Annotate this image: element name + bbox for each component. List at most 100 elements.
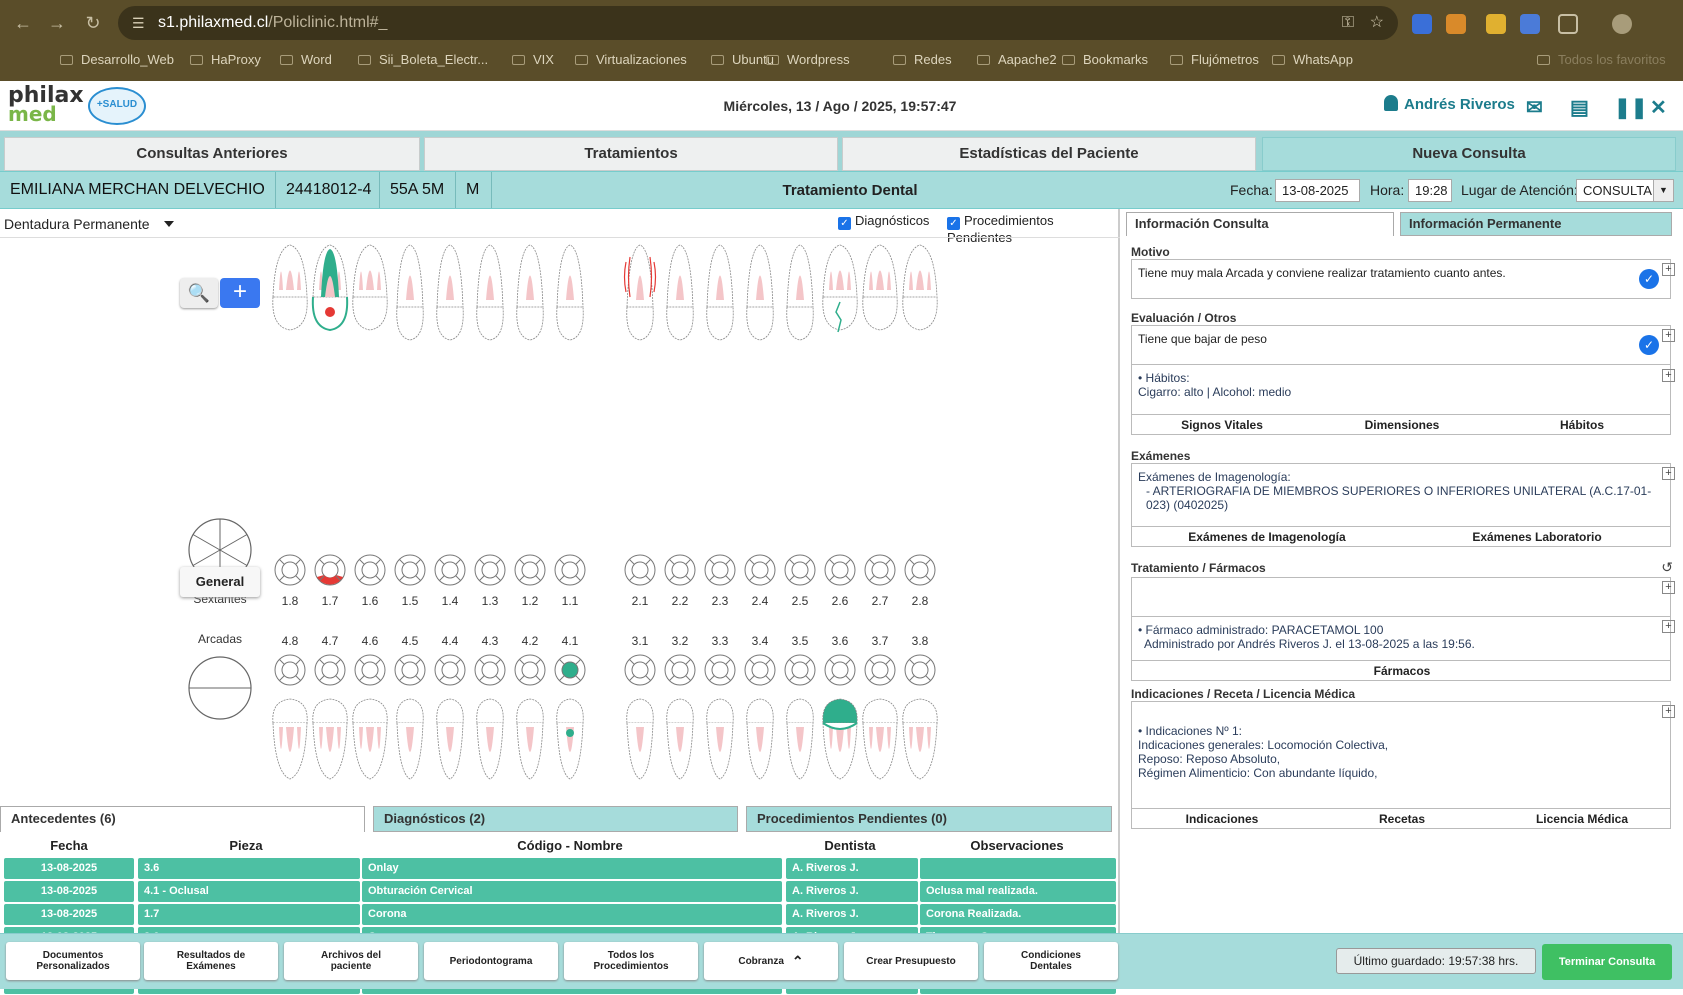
bookmark-item[interactable]: Todos los favoritos — [1537, 52, 1666, 67]
tooth[interactable] — [352, 698, 388, 780]
extension-icon[interactable] — [1520, 14, 1540, 34]
bookmark-item[interactable]: Aapache2 — [977, 52, 1057, 67]
tooth[interactable] — [396, 698, 424, 780]
tooth-surface-diagram[interactable] — [824, 554, 856, 586]
tooth[interactable] — [623, 244, 657, 341]
tab-estadisticas[interactable]: Estadísticas del Paciente — [842, 137, 1256, 171]
expand-icon[interactable]: + — [1662, 329, 1675, 342]
licencia-button[interactable]: Licencia Médica — [1492, 812, 1672, 826]
expand-icon[interactable]: + — [1662, 581, 1675, 594]
evaluacion-field[interactable]: Tiene que bajar de peso — [1131, 325, 1671, 365]
bookmark-item[interactable]: Ubuntu — [711, 52, 774, 67]
tooth-surface-diagram[interactable] — [904, 554, 936, 586]
tooth-surface-diagram[interactable] — [864, 554, 896, 586]
tooth-surface-diagram[interactable] — [784, 654, 816, 686]
tooth-surface-diagram[interactable] — [394, 554, 426, 586]
extension-icon[interactable] — [1486, 14, 1506, 34]
tooth[interactable] — [786, 698, 814, 780]
imagenologia-button[interactable]: Exámenes de Imagenología — [1132, 530, 1402, 544]
tooth-surface-diagram[interactable] — [784, 554, 816, 586]
tooth-surface-diagram[interactable] — [354, 554, 386, 586]
tooth-surface-diagram[interactable] — [394, 654, 426, 686]
bookmark-item[interactable]: Flujómetros — [1170, 52, 1259, 67]
tooth[interactable] — [476, 244, 504, 341]
tooth-surface-diagram[interactable] — [554, 554, 586, 586]
tooth[interactable] — [476, 698, 504, 780]
forward-icon[interactable]: → — [46, 12, 68, 34]
tooth[interactable] — [786, 244, 814, 341]
expand-icon[interactable]: + — [1662, 369, 1675, 382]
laboratorio-button[interactable]: Exámenes Laboratorio — [1402, 530, 1672, 544]
bookmark-item[interactable]: Redes — [893, 52, 952, 67]
tab-consultas-anteriores[interactable]: Consultas Anteriores — [4, 137, 420, 171]
indicaciones-button[interactable]: Indicaciones — [1132, 812, 1312, 826]
tooth-surface-diagram[interactable] — [434, 654, 466, 686]
tab-info-consulta[interactable]: Información Consulta — [1126, 212, 1394, 236]
tooth[interactable] — [436, 244, 464, 341]
tooth-surface-diagram[interactable] — [474, 654, 506, 686]
extension-icon[interactable] — [1446, 14, 1466, 34]
signos-vitales-button[interactable]: Signos Vitales — [1132, 418, 1312, 432]
tooth-surface-diagram[interactable] — [744, 654, 776, 686]
close-icon[interactable]: ✕ — [1650, 95, 1667, 120]
tooth-surface-diagram[interactable] — [314, 654, 346, 686]
puzzle-icon[interactable] — [1558, 14, 1578, 34]
tooth[interactable] — [516, 698, 544, 780]
dimensiones-button[interactable]: Dimensiones — [1312, 418, 1492, 432]
expand-icon[interactable]: + — [1662, 263, 1675, 276]
table-row[interactable]: 13-08-2025 3.6 Onlay A. Riveros J. — [0, 858, 1120, 880]
habitos-button[interactable]: Hábitos — [1492, 418, 1672, 432]
tratamiento-field[interactable] — [1131, 577, 1671, 617]
tooth[interactable] — [706, 698, 734, 780]
site-info-icon[interactable]: ☰ — [132, 15, 148, 31]
tooth[interactable] — [312, 698, 348, 780]
tooth[interactable] — [396, 244, 424, 341]
tooth[interactable] — [746, 244, 774, 341]
id-card-icon[interactable]: ▤ — [1570, 95, 1589, 120]
tooth-surface-diagram[interactable] — [274, 654, 306, 686]
tooth[interactable] — [516, 244, 544, 341]
tab-nueva-consulta[interactable]: Nueva Consulta — [1262, 137, 1676, 171]
tooth-surface-diagram[interactable] — [314, 554, 346, 586]
bookmark-item[interactable]: Bookmarks — [1062, 52, 1148, 67]
user-menu[interactable]: Andrés Riveros — [1384, 95, 1515, 113]
expand-icon[interactable]: + — [1662, 620, 1675, 633]
tooth[interactable] — [706, 244, 734, 341]
bottom-button-todos-los-procedimientos[interactable]: Todos los Procedimientos — [564, 942, 698, 980]
tooth[interactable] — [862, 244, 898, 331]
check-icon[interactable]: ✓ — [1639, 269, 1659, 289]
tooth-surface-diagram[interactable] — [904, 654, 936, 686]
general-button[interactable]: General — [180, 567, 260, 597]
fecha-input[interactable]: 13-08-2025 — [1275, 179, 1360, 202]
tooth[interactable] — [311, 244, 349, 332]
bottom-button-periodontograma[interactable]: Periodontograma — [424, 942, 558, 980]
arcadas-circle[interactable] — [187, 655, 253, 721]
star-icon[interactable]: ☆ — [1370, 6, 1384, 40]
tab-info-permanente[interactable]: Información Permanente — [1400, 212, 1672, 236]
pause-icon[interactable]: ❚❚ — [1614, 95, 1648, 120]
lugar-select[interactable]: CONSULTA ▼ — [1576, 179, 1674, 202]
tab-procedimientos[interactable]: Procedimientos Pendientes (0) — [746, 806, 1112, 832]
tooth-surface-diagram[interactable] — [624, 654, 656, 686]
bookmark-item[interactable]: VIX — [512, 52, 554, 67]
tooth-surface-diagram[interactable] — [624, 554, 656, 586]
tooth[interactable] — [556, 698, 584, 780]
mail-icon[interactable]: ✉ — [1526, 95, 1543, 120]
bottom-button-resultados-de-ex-menes[interactable]: Resultados de Exámenes — [144, 942, 278, 980]
table-row[interactable]: 13-08-2025 1.7 Corona A. Riveros J. Corona R… — [0, 904, 1120, 926]
farmacos-button[interactable]: Fármacos — [1132, 664, 1672, 678]
add-button[interactable]: + — [220, 278, 260, 308]
tooth-surface-diagram[interactable] — [864, 654, 896, 686]
extension-icon[interactable] — [1412, 14, 1432, 34]
bottom-button-cobranza[interactable]: Cobranza ⌃ — [704, 942, 838, 980]
bookmark-item[interactable]: WhatsApp — [1272, 52, 1353, 67]
tab-antecedentes[interactable]: Antecedentes (6) — [0, 806, 365, 832]
tooth[interactable] — [746, 698, 774, 780]
bottom-button-condiciones-dentales[interactable]: Condiciones Dentales — [984, 942, 1118, 980]
diagnosticos-checkbox[interactable]: ✓ Diagnósticos — [838, 213, 929, 230]
profile-avatar[interactable] — [1612, 14, 1632, 34]
bottom-button-crear-presupuesto[interactable]: Crear Presupuesto — [844, 942, 978, 980]
tooth[interactable] — [666, 698, 694, 780]
tab-tratamientos[interactable]: Tratamientos — [424, 137, 838, 171]
tooth[interactable] — [666, 244, 694, 341]
